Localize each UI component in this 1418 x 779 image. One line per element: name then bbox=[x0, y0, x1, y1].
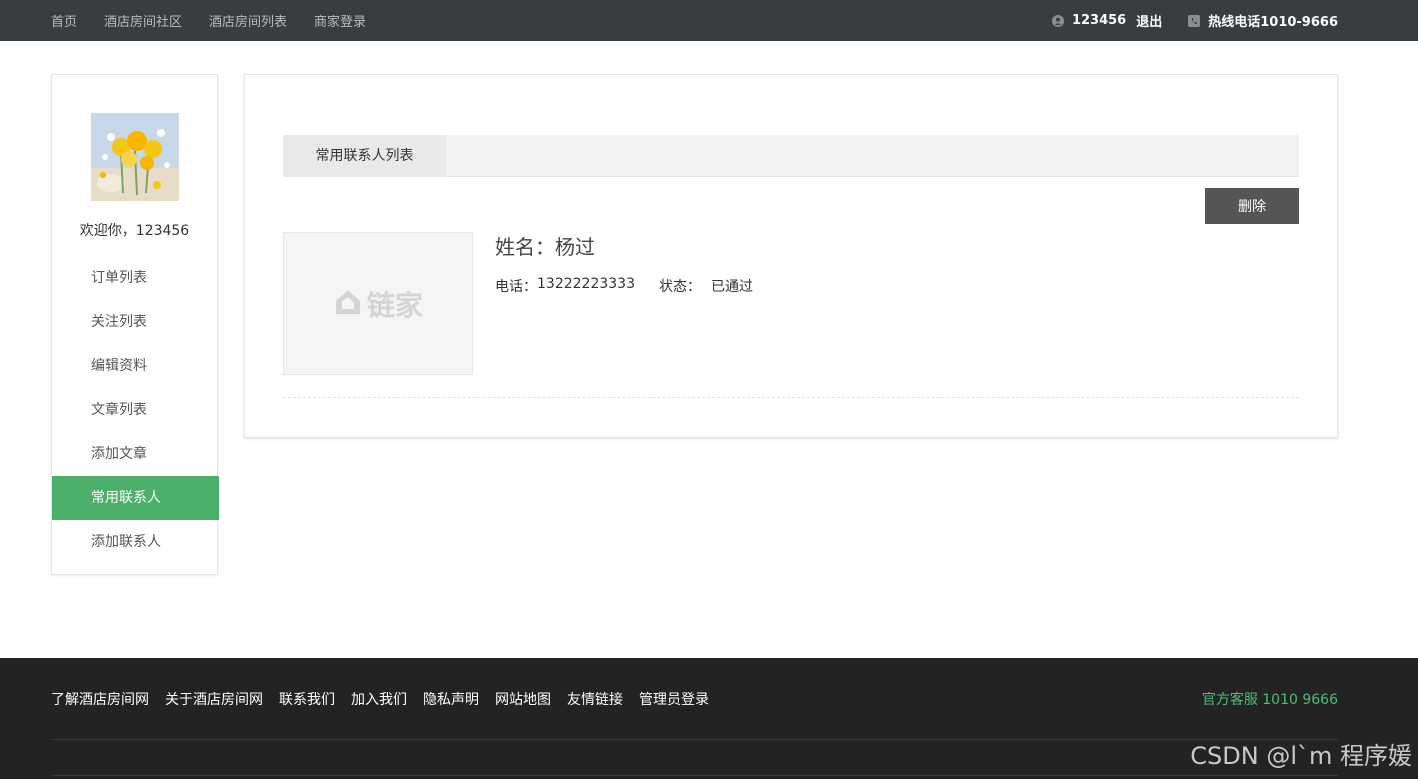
footer-link-privacy[interactable]: 隐私声明 bbox=[423, 689, 479, 709]
sidebar-item-add-contact[interactable]: 添加联系人 bbox=[52, 520, 219, 564]
sidebar-item-follow-list[interactable]: 关注列表 bbox=[52, 300, 219, 344]
tab-contact-list[interactable]: 常用联系人列表 bbox=[283, 135, 446, 177]
sidebar-item-contacts[interactable]: 常用联系人 bbox=[52, 476, 219, 520]
customer-service: 官方客服 1010 9666 bbox=[1201, 692, 1338, 708]
nav-home[interactable]: 首页 bbox=[51, 11, 77, 30]
username[interactable]: 123456 bbox=[1072, 13, 1126, 28]
sidebar-item-order-list[interactable]: 订单列表 bbox=[52, 256, 219, 300]
footer-link-sitemap[interactable]: 网站地图 bbox=[495, 689, 551, 709]
thumbnail-logo-text: 链家 bbox=[366, 288, 423, 322]
phone-icon bbox=[1188, 14, 1201, 27]
delete-button[interactable]: 删除 bbox=[1205, 188, 1299, 224]
sidebar-item-edit-profile[interactable]: 编辑资料 bbox=[52, 344, 219, 388]
house-logo-icon bbox=[333, 287, 363, 321]
welcome-text: 欢迎你，123456 bbox=[79, 223, 190, 239]
avatar bbox=[91, 113, 179, 201]
contact-name: 姓名：杨过 bbox=[495, 235, 595, 259]
contact-thumbnail: 链家 bbox=[283, 232, 473, 375]
top-nav: 首页 酒店房间社区 酒店房间列表 商家登录 bbox=[51, 0, 393, 41]
sidebar-menu: 订单列表 关注列表 编辑资料 文章列表 添加文章 常用联系人 添加联系人 bbox=[52, 256, 219, 564]
nav-merchant-login[interactable]: 商家登录 bbox=[314, 11, 366, 30]
info-spacer bbox=[701, 276, 711, 296]
top-navbar: 首页 酒店房间社区 酒店房间列表 商家登录 123456 退出 热线电话1010… bbox=[0, 0, 1418, 41]
logout-link[interactable]: 退出 bbox=[1136, 11, 1162, 30]
footer-link-friend-links[interactable]: 友情链接 bbox=[567, 689, 623, 709]
user-icon bbox=[1051, 14, 1064, 27]
nav-hotel-list[interactable]: 酒店房间列表 bbox=[209, 11, 287, 30]
watermark: CSDN @l`m 程序媛 bbox=[1190, 742, 1412, 770]
footer-link-admin-login[interactable]: 管理员登录 bbox=[639, 689, 709, 709]
footer-divider bbox=[51, 739, 1338, 740]
tab-bar: 常用联系人列表 bbox=[283, 135, 1299, 177]
nav-hotel-community[interactable]: 酒店房间社区 bbox=[104, 11, 182, 30]
footer-link-about-us[interactable]: 关于酒店房间网 bbox=[165, 689, 263, 709]
contact-info: 电话： 13222223333 状态： 已通过 bbox=[495, 276, 753, 296]
hotline-text: 热线电话1010-9666 bbox=[1208, 15, 1338, 30]
sidebar-item-add-article[interactable]: 添加文章 bbox=[52, 432, 219, 476]
phone-label: 电话： bbox=[495, 279, 537, 295]
status-label: 状态： bbox=[658, 279, 701, 295]
footer-links: 了解酒店房间网 关于酒店房间网 联系我们 加入我们 隐私声明 网站地图 友情链接… bbox=[51, 689, 725, 709]
info-spacer bbox=[635, 276, 659, 296]
sidebar-item-article-list[interactable]: 文章列表 bbox=[52, 388, 219, 432]
footer-link-join[interactable]: 加入我们 bbox=[351, 689, 407, 709]
phone-value: 13222223333 bbox=[537, 276, 635, 292]
footer-divider bbox=[51, 775, 1338, 776]
top-right-area: 123456 退出 热线电话1010-9666 bbox=[1051, 0, 1338, 41]
footer: 了解酒店房间网 关于酒店房间网 联系我们 加入我们 隐私声明 网站地图 友情链接… bbox=[0, 658, 1418, 779]
user-sidebar: 欢迎你，123456 订单列表 关注列表 编辑资料 文章列表 添加文章 常用联系… bbox=[51, 74, 219, 575]
row-divider bbox=[283, 397, 1299, 398]
footer-link-about-site[interactable]: 了解酒店房间网 bbox=[51, 689, 149, 709]
status-value: 已通过 bbox=[710, 279, 753, 295]
footer-link-contact[interactable]: 联系我们 bbox=[279, 689, 335, 709]
content-panel: 常用联系人列表 删除 链家 姓名：杨过 电话： 13222223333 状态： … bbox=[244, 74, 1338, 438]
